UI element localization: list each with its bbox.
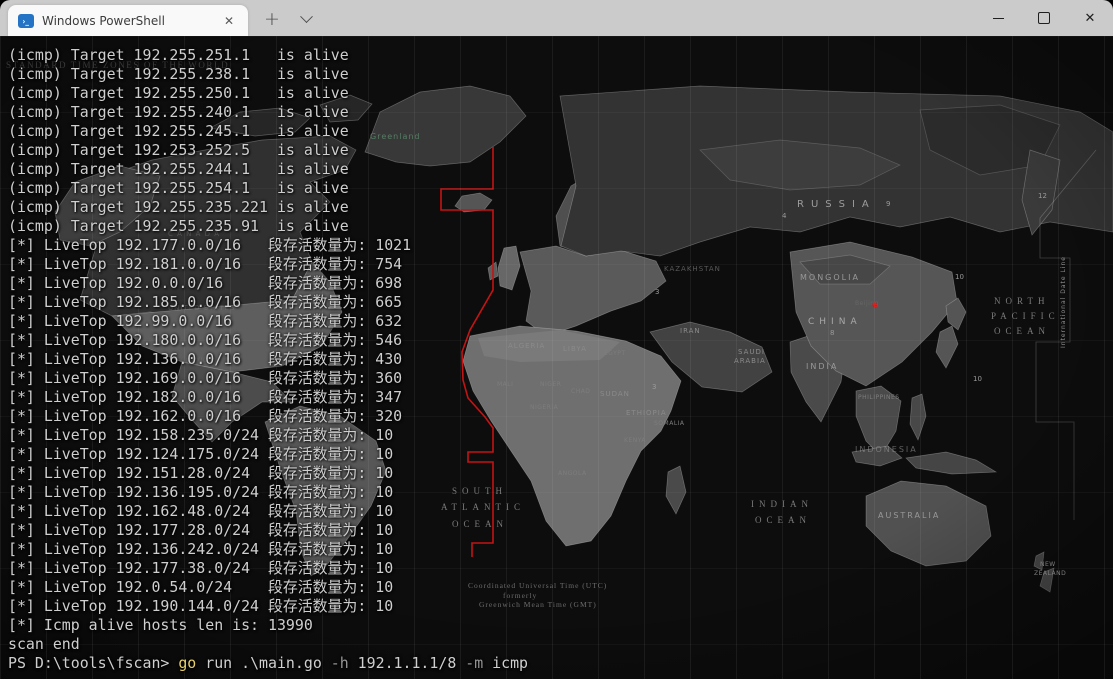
tab-close-button[interactable]: ✕ xyxy=(216,10,242,32)
terminal-line: (icmp) Target 192.255.240.1 is alive xyxy=(8,103,1113,122)
terminal-line: [*] LiveTop 192.162.48.0/24 段存活数量为: 10 xyxy=(8,502,1113,521)
window-controls: ✕ xyxy=(975,0,1113,36)
terminal-line: [*] LiveTop 192.0.0.0/16 段存活数量为: 698 xyxy=(8,274,1113,293)
terminal-line: [*] LiveTop 192.136.242.0/24 段存活数量为: 10 xyxy=(8,540,1113,559)
terminal-line: (icmp) Target 192.255.235.91 is alive xyxy=(8,217,1113,236)
tab-windows-powershell[interactable]: ›_ Windows PowerShell ✕ xyxy=(8,5,248,36)
terminal-window: STANDARD TIME ZONES OF THE WORLDGreenlan… xyxy=(0,0,1113,679)
tab-title: Windows PowerShell xyxy=(42,14,216,28)
terminal-line: [*] LiveTop 192.181.0.0/16 段存活数量为: 754 xyxy=(8,255,1113,274)
prompt-segment: -m xyxy=(465,654,483,672)
terminal-line: [*] LiveTop 192.177.38.0/24 段存活数量为: 10 xyxy=(8,559,1113,578)
terminal-line: [*] LiveTop 192.180.0.0/16 段存活数量为: 546 xyxy=(8,331,1113,350)
terminal-line: (icmp) Target 192.255.235.221 is alive xyxy=(8,198,1113,217)
terminal-line: (icmp) Target 192.255.251.1 is alive xyxy=(8,46,1113,65)
terminal-line: [*] LiveTop 192.136.0.0/16 段存活数量为: 430 xyxy=(8,350,1113,369)
tab-dropdown-button[interactable] xyxy=(292,5,320,33)
terminal-output: (icmp) Target 192.255.251.1 is alive(icm… xyxy=(0,36,1113,679)
prompt-segment: icmp xyxy=(483,654,528,672)
terminal-line: [*] LiveTop 192.169.0.0/16 段存活数量为: 360 xyxy=(8,369,1113,388)
terminal-line: [*] LiveTop 192.124.175.0/24 段存活数量为: 10 xyxy=(8,445,1113,464)
terminal-line: [*] LiveTop 192.0.54.0/24 段存活数量为: 10 xyxy=(8,578,1113,597)
chevron-down-icon xyxy=(300,10,313,23)
close-button[interactable]: ✕ xyxy=(1067,0,1113,36)
minimize-icon xyxy=(993,18,1004,19)
prompt-segment: go xyxy=(178,654,196,672)
close-icon: ✕ xyxy=(1085,11,1096,26)
terminal-line: [*] LiveTop 192.136.195.0/24 段存活数量为: 10 xyxy=(8,483,1113,502)
prompt-segment: -h xyxy=(331,654,349,672)
terminal-line: [*] LiveTop 192.151.28.0/24 段存活数量为: 10 xyxy=(8,464,1113,483)
terminal-line: (icmp) Target 192.253.252.5 is alive xyxy=(8,141,1113,160)
terminal-line: (icmp) Target 192.255.245.1 is alive xyxy=(8,122,1113,141)
terminal-line: [*] LiveTop 192.158.235.0/24 段存活数量为: 10 xyxy=(8,426,1113,445)
terminal-line: scan end xyxy=(8,635,1113,654)
prompt-segment: PS D:\tools\fscan> xyxy=(8,654,178,672)
terminal-line: (icmp) Target 192.255.250.1 is alive xyxy=(8,84,1113,103)
prompt-segment: run .\main.go xyxy=(196,654,330,672)
terminal-line: [*] LiveTop 192.182.0.0/16 段存活数量为: 347 xyxy=(8,388,1113,407)
terminal-line: [*] LiveTop 192.99.0.0/16 段存活数量为: 632 xyxy=(8,312,1113,331)
terminal-line: [*] LiveTop 192.177.28.0/24 段存活数量为: 10 xyxy=(8,521,1113,540)
maximize-button[interactable] xyxy=(1021,0,1067,36)
terminal-line: [*] LiveTop 192.177.0.0/16 段存活数量为: 1021 xyxy=(8,236,1113,255)
terminal-line: [*] Icmp alive hosts len is: 13990 xyxy=(8,616,1113,635)
new-tab-button[interactable]: + xyxy=(258,5,286,33)
terminal-line: (icmp) Target 192.255.238.1 is alive xyxy=(8,65,1113,84)
minimize-button[interactable] xyxy=(975,0,1021,36)
prompt-line: PS D:\tools\fscan> go run .\main.go -h 1… xyxy=(8,654,1113,673)
prompt-segment: 192.1.1.1/8 xyxy=(349,654,466,672)
maximize-icon xyxy=(1038,12,1050,24)
terminal-line: [*] LiveTop 192.162.0.0/16 段存活数量为: 320 xyxy=(8,407,1113,426)
terminal-line: [*] LiveTop 192.190.144.0/24 段存活数量为: 10 xyxy=(8,597,1113,616)
powershell-icon: ›_ xyxy=(18,14,34,28)
titlebar: ›_ Windows PowerShell ✕ + ✕ xyxy=(0,0,1113,36)
terminal-line: [*] LiveTop 192.185.0.0/16 段存活数量为: 665 xyxy=(8,293,1113,312)
terminal-line: (icmp) Target 192.255.254.1 is alive xyxy=(8,179,1113,198)
terminal-line: (icmp) Target 192.255.244.1 is alive xyxy=(8,160,1113,179)
